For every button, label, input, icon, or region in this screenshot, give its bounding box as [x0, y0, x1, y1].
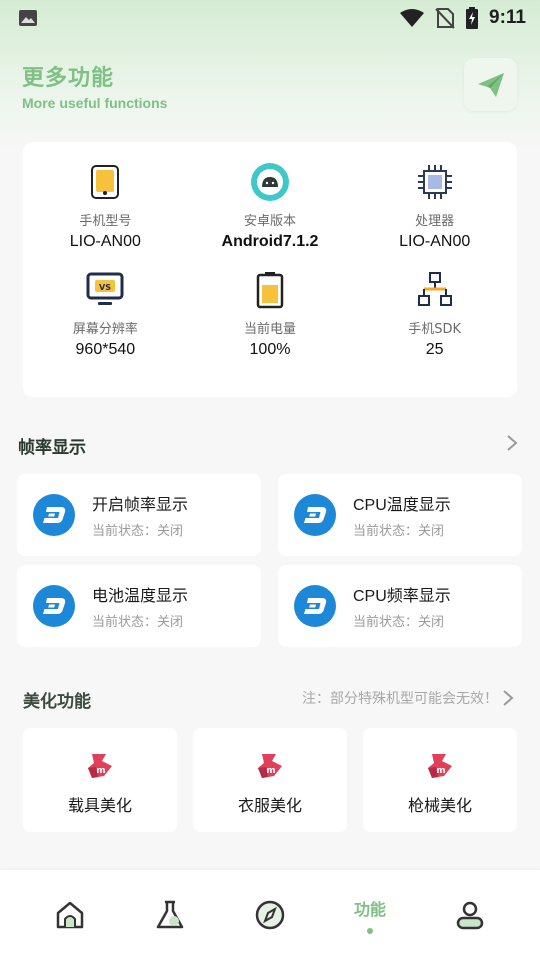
- dash-icon: [294, 585, 336, 627]
- status-time: 9:11: [489, 7, 526, 28]
- fps-section-title: 帧率显示: [18, 438, 86, 458]
- info-label: 手机SDK: [408, 321, 462, 337]
- fps-card-state: 当前状态：关闭: [353, 615, 445, 630]
- beauty-card-label: 衣服美化: [237, 796, 302, 815]
- info-value: LIO-AN00: [399, 233, 471, 250]
- info-android-version: 安卓版本 Android7.1.2: [188, 162, 353, 270]
- info-label: 手机型号: [79, 214, 132, 229]
- nav-profile[interactable]: [440, 885, 500, 945]
- gallery-notification-icon: [19, 10, 37, 26]
- beauty-card-label: 枪械美化: [407, 796, 472, 815]
- nav-functions[interactable]: 功能: [340, 885, 400, 945]
- chevron-right-icon[interactable]: [502, 689, 514, 707]
- brand-m-icon: m: [428, 754, 452, 778]
- info-label: 屏幕分辨率: [72, 321, 138, 337]
- user-icon: [456, 901, 484, 930]
- svg-text:VS: VS: [99, 283, 111, 292]
- battery-icon: [256, 271, 284, 308]
- info-battery: 当前电量 100%: [188, 270, 353, 378]
- page-header: 更多功能 More useful functions: [22, 60, 167, 111]
- fps-card-title: CPU频率显示: [353, 588, 451, 605]
- weapon-skin-card[interactable]: m 枪械美化: [363, 728, 517, 832]
- info-value: LIO-AN00: [69, 233, 141, 250]
- cpu-temp-card[interactable]: CPU温度显示 当前状态：关闭: [278, 474, 522, 556]
- send-icon: [477, 72, 504, 97]
- fps-card-title: 开启帧率显示: [92, 497, 189, 514]
- info-value: Android7.1.2: [221, 233, 319, 250]
- info-value: 100%: [249, 340, 291, 358]
- svg-text:m: m: [436, 766, 445, 776]
- info-processor: 处理器 LIO-AN00: [352, 162, 517, 270]
- status-bar: 9:11: [0, 0, 540, 36]
- info-value: 960*540: [75, 340, 136, 358]
- chevron-right-icon[interactable]: [506, 434, 518, 452]
- info-label: 安卓版本: [243, 214, 296, 229]
- info-resolution: VS 屏幕分辨率 960*540: [23, 270, 188, 378]
- fps-card-state: 当前状态：关闭: [92, 615, 184, 630]
- fps-card-state: 当前状态：关闭: [92, 524, 184, 539]
- cpu-chip-icon: [417, 165, 452, 199]
- info-value: 25: [425, 340, 444, 358]
- monitor-icon: VS: [86, 272, 124, 305]
- page-subtitle: More useful functions: [22, 95, 168, 111]
- dash-icon: [33, 494, 75, 536]
- svg-text:m: m: [96, 766, 105, 776]
- wifi-icon: [400, 9, 425, 27]
- beauty-section-title: 美化功能: [23, 692, 91, 712]
- vehicle-skin-card[interactable]: m 载具美化: [23, 728, 177, 832]
- cpu-freq-card[interactable]: CPU频率显示 当前状态：关闭: [278, 565, 522, 647]
- fps-card-state: 当前状态：关闭: [353, 524, 445, 539]
- info-sdk: 手机SDK 25: [352, 270, 517, 378]
- info-label: 当前电量: [243, 321, 296, 337]
- nav-discover[interactable]: [240, 885, 300, 945]
- device-info-card: 手机型号 LIO-AN00 安卓版本 Android7.1.2 处理器 LIO-…: [23, 142, 517, 397]
- dash-icon: [294, 494, 336, 536]
- clothing-skin-card[interactable]: m 衣服美化: [193, 728, 347, 832]
- battery-temp-card[interactable]: 电池温度显示 当前状态：关闭: [17, 565, 261, 647]
- bottom-nav: 功能: [0, 870, 540, 960]
- network-icon: [417, 271, 452, 306]
- home-icon: [56, 901, 84, 929]
- no-sim-icon: [435, 8, 455, 29]
- fps-card-title: CPU温度显示: [353, 497, 451, 514]
- nav-functions-label: 功能: [353, 900, 386, 919]
- brand-m-icon: m: [88, 754, 112, 778]
- fps-toggle-card[interactable]: 开启帧率显示 当前状态：关闭: [17, 474, 261, 556]
- dash-icon: [33, 585, 75, 627]
- info-phone-model: 手机型号 LIO-AN00: [23, 162, 188, 270]
- phone-icon: [91, 165, 120, 199]
- nav-home[interactable]: [40, 885, 100, 945]
- fps-card-title: 电池温度显示: [92, 588, 189, 605]
- brand-m-icon: m: [258, 754, 282, 778]
- page-title: 更多功能: [22, 66, 115, 91]
- beauty-note: 注：部分特殊机型可能会无效！: [302, 691, 498, 707]
- info-label: 处理器: [415, 214, 455, 229]
- active-indicator-dot: [367, 928, 373, 934]
- battery-charging-icon: [466, 7, 479, 29]
- flask-icon: [156, 900, 184, 929]
- beauty-card-label: 载具美化: [67, 796, 132, 815]
- nav-lab[interactable]: [140, 885, 200, 945]
- send-button[interactable]: [464, 58, 517, 111]
- compass-icon: [255, 900, 285, 930]
- svg-text:m: m: [266, 766, 275, 776]
- android-icon: [250, 163, 289, 201]
